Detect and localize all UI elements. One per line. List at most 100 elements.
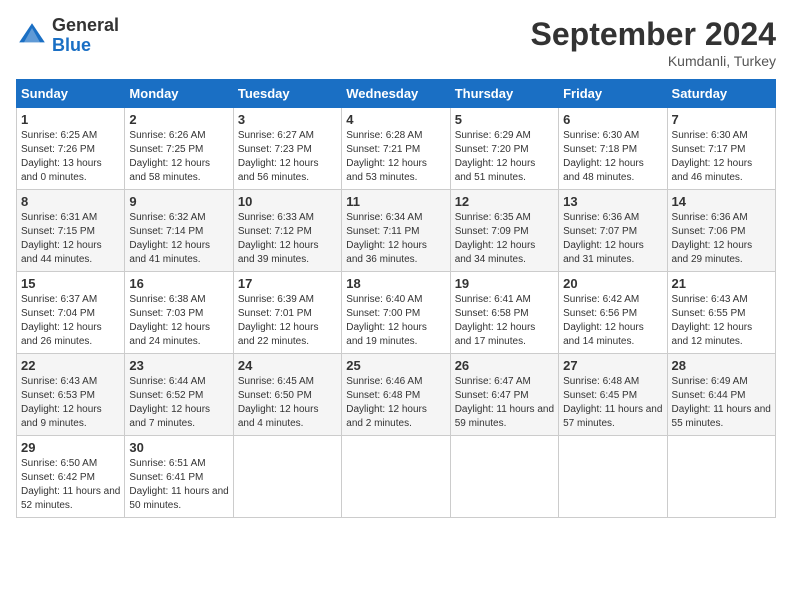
header-row: Sunday Monday Tuesday Wednesday Thursday… [17, 80, 776, 108]
week-row-5: 29 Sunrise: 6:50 AMSunset: 6:42 PMDaylig… [17, 436, 776, 518]
cell-content: Sunrise: 6:26 AMSunset: 7:25 PMDaylight:… [129, 129, 228, 185]
cell-content: Sunrise: 6:42 AMSunset: 6:56 PMDaylight:… [563, 293, 662, 349]
day-number: 25 [346, 358, 445, 373]
table-cell: 25 Sunrise: 6:46 AMSunset: 6:48 PMDaylig… [342, 354, 450, 436]
cell-content: Sunrise: 6:28 AMSunset: 7:21 PMDaylight:… [346, 129, 445, 185]
cell-content: Sunrise: 6:25 AMSunset: 7:26 PMDaylight:… [21, 129, 120, 185]
cell-content: Sunrise: 6:33 AMSunset: 7:12 PMDaylight:… [238, 211, 337, 267]
day-number: 11 [346, 194, 445, 209]
cell-content: Sunrise: 6:36 AMSunset: 7:06 PMDaylight:… [672, 211, 771, 267]
cell-content: Sunrise: 6:30 AMSunset: 7:18 PMDaylight:… [563, 129, 662, 185]
cell-content: Sunrise: 6:40 AMSunset: 7:00 PMDaylight:… [346, 293, 445, 349]
day-number: 22 [21, 358, 120, 373]
week-row-4: 22 Sunrise: 6:43 AMSunset: 6:53 PMDaylig… [17, 354, 776, 436]
table-cell: 17 Sunrise: 6:39 AMSunset: 7:01 PMDaylig… [233, 272, 341, 354]
table-cell: 14 Sunrise: 6:36 AMSunset: 7:06 PMDaylig… [667, 190, 775, 272]
day-number: 13 [563, 194, 662, 209]
table-cell [450, 436, 558, 518]
day-number: 4 [346, 112, 445, 127]
week-row-3: 15 Sunrise: 6:37 AMSunset: 7:04 PMDaylig… [17, 272, 776, 354]
day-number: 26 [455, 358, 554, 373]
table-cell: 23 Sunrise: 6:44 AMSunset: 6:52 PMDaylig… [125, 354, 233, 436]
table-cell: 10 Sunrise: 6:33 AMSunset: 7:12 PMDaylig… [233, 190, 341, 272]
day-number: 9 [129, 194, 228, 209]
cell-content: Sunrise: 6:43 AMSunset: 6:53 PMDaylight:… [21, 375, 120, 431]
table-cell: 24 Sunrise: 6:45 AMSunset: 6:50 PMDaylig… [233, 354, 341, 436]
table-cell [559, 436, 667, 518]
week-row-1: 1 Sunrise: 6:25 AMSunset: 7:26 PMDayligh… [17, 108, 776, 190]
cell-content: Sunrise: 6:32 AMSunset: 7:14 PMDaylight:… [129, 211, 228, 267]
cell-content: Sunrise: 6:43 AMSunset: 6:55 PMDaylight:… [672, 293, 771, 349]
cell-content: Sunrise: 6:47 AMSunset: 6:47 PMDaylight:… [455, 375, 554, 431]
col-friday: Friday [559, 80, 667, 108]
cell-content: Sunrise: 6:41 AMSunset: 6:58 PMDaylight:… [455, 293, 554, 349]
table-cell: 5 Sunrise: 6:29 AMSunset: 7:20 PMDayligh… [450, 108, 558, 190]
table-cell: 6 Sunrise: 6:30 AMSunset: 7:18 PMDayligh… [559, 108, 667, 190]
cell-content: Sunrise: 6:51 AMSunset: 6:41 PMDaylight:… [129, 457, 228, 513]
day-number: 18 [346, 276, 445, 291]
day-number: 28 [672, 358, 771, 373]
logo: General Blue [16, 16, 119, 56]
day-number: 24 [238, 358, 337, 373]
calendar-table: Sunday Monday Tuesday Wednesday Thursday… [16, 79, 776, 518]
col-saturday: Saturday [667, 80, 775, 108]
page-header: General Blue September 2024 Kumdanli, Tu… [16, 16, 776, 69]
table-cell: 11 Sunrise: 6:34 AMSunset: 7:11 PMDaylig… [342, 190, 450, 272]
table-cell: 18 Sunrise: 6:40 AMSunset: 7:00 PMDaylig… [342, 272, 450, 354]
day-number: 16 [129, 276, 228, 291]
day-number: 30 [129, 440, 228, 455]
cell-content: Sunrise: 6:48 AMSunset: 6:45 PMDaylight:… [563, 375, 662, 431]
table-cell: 4 Sunrise: 6:28 AMSunset: 7:21 PMDayligh… [342, 108, 450, 190]
logo-icon [16, 20, 48, 52]
day-number: 8 [21, 194, 120, 209]
table-cell: 26 Sunrise: 6:47 AMSunset: 6:47 PMDaylig… [450, 354, 558, 436]
table-cell: 19 Sunrise: 6:41 AMSunset: 6:58 PMDaylig… [450, 272, 558, 354]
day-number: 2 [129, 112, 228, 127]
day-number: 20 [563, 276, 662, 291]
title-block: September 2024 Kumdanli, Turkey [531, 16, 776, 69]
table-cell: 1 Sunrise: 6:25 AMSunset: 7:26 PMDayligh… [17, 108, 125, 190]
table-cell: 15 Sunrise: 6:37 AMSunset: 7:04 PMDaylig… [17, 272, 125, 354]
day-number: 5 [455, 112, 554, 127]
day-number: 6 [563, 112, 662, 127]
day-number: 14 [672, 194, 771, 209]
table-cell: 3 Sunrise: 6:27 AMSunset: 7:23 PMDayligh… [233, 108, 341, 190]
cell-content: Sunrise: 6:45 AMSunset: 6:50 PMDaylight:… [238, 375, 337, 431]
cell-content: Sunrise: 6:29 AMSunset: 7:20 PMDaylight:… [455, 129, 554, 185]
day-number: 1 [21, 112, 120, 127]
col-sunday: Sunday [17, 80, 125, 108]
cell-content: Sunrise: 6:44 AMSunset: 6:52 PMDaylight:… [129, 375, 228, 431]
day-number: 17 [238, 276, 337, 291]
table-cell: 2 Sunrise: 6:26 AMSunset: 7:25 PMDayligh… [125, 108, 233, 190]
table-cell: 29 Sunrise: 6:50 AMSunset: 6:42 PMDaylig… [17, 436, 125, 518]
table-cell [342, 436, 450, 518]
cell-content: Sunrise: 6:39 AMSunset: 7:01 PMDaylight:… [238, 293, 337, 349]
table-cell: 20 Sunrise: 6:42 AMSunset: 6:56 PMDaylig… [559, 272, 667, 354]
logo-text: General Blue [52, 16, 119, 56]
day-number: 23 [129, 358, 228, 373]
logo-general: General [52, 16, 119, 36]
day-number: 7 [672, 112, 771, 127]
cell-content: Sunrise: 6:37 AMSunset: 7:04 PMDaylight:… [21, 293, 120, 349]
table-cell: 16 Sunrise: 6:38 AMSunset: 7:03 PMDaylig… [125, 272, 233, 354]
day-number: 15 [21, 276, 120, 291]
day-number: 3 [238, 112, 337, 127]
day-number: 12 [455, 194, 554, 209]
col-thursday: Thursday [450, 80, 558, 108]
week-row-2: 8 Sunrise: 6:31 AMSunset: 7:15 PMDayligh… [17, 190, 776, 272]
cell-content: Sunrise: 6:36 AMSunset: 7:07 PMDaylight:… [563, 211, 662, 267]
day-number: 27 [563, 358, 662, 373]
day-number: 29 [21, 440, 120, 455]
table-cell: 7 Sunrise: 6:30 AMSunset: 7:17 PMDayligh… [667, 108, 775, 190]
table-cell: 28 Sunrise: 6:49 AMSunset: 6:44 PMDaylig… [667, 354, 775, 436]
table-cell: 12 Sunrise: 6:35 AMSunset: 7:09 PMDaylig… [450, 190, 558, 272]
table-cell: 13 Sunrise: 6:36 AMSunset: 7:07 PMDaylig… [559, 190, 667, 272]
table-cell: 27 Sunrise: 6:48 AMSunset: 6:45 PMDaylig… [559, 354, 667, 436]
cell-content: Sunrise: 6:46 AMSunset: 6:48 PMDaylight:… [346, 375, 445, 431]
cell-content: Sunrise: 6:50 AMSunset: 6:42 PMDaylight:… [21, 457, 120, 513]
col-tuesday: Tuesday [233, 80, 341, 108]
logo-blue: Blue [52, 36, 119, 56]
day-number: 21 [672, 276, 771, 291]
cell-content: Sunrise: 6:34 AMSunset: 7:11 PMDaylight:… [346, 211, 445, 267]
day-number: 10 [238, 194, 337, 209]
